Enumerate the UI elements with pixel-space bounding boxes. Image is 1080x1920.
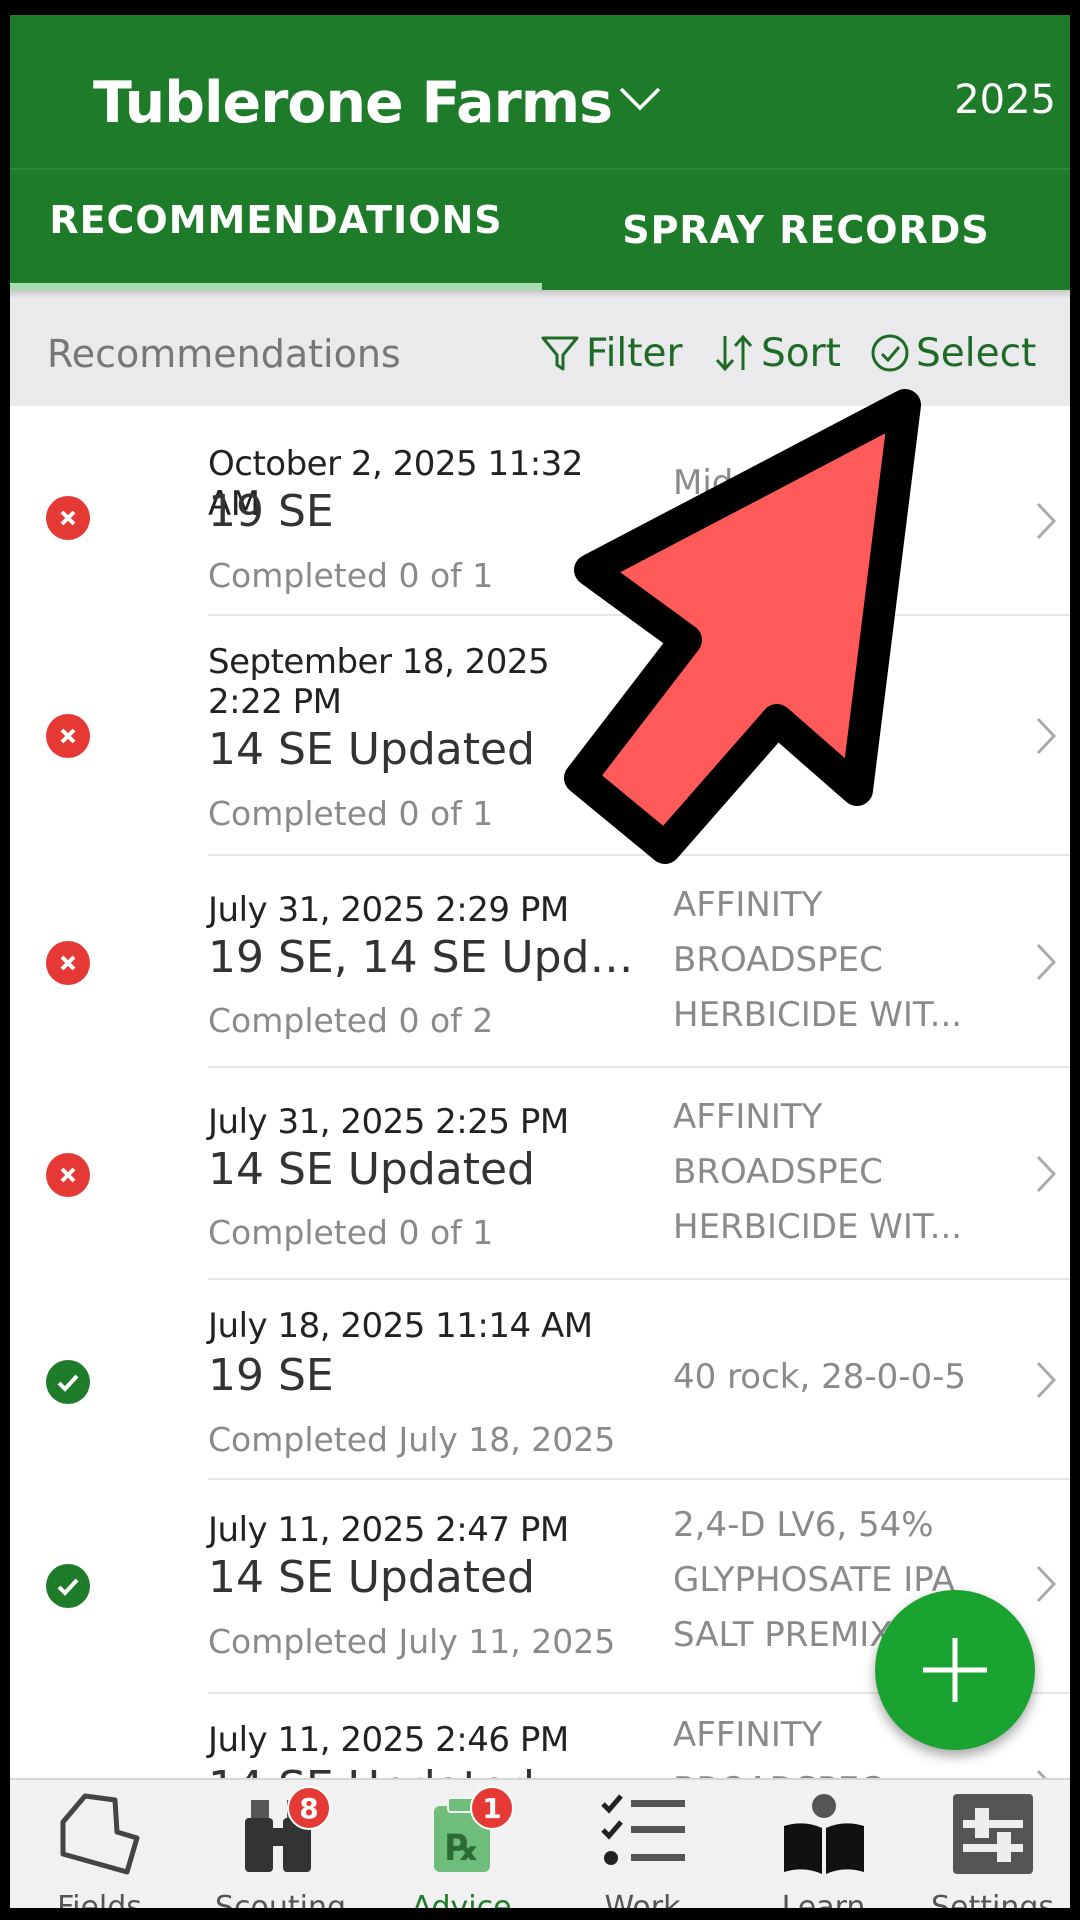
product-line: HERBICIDE WIT... (673, 1207, 963, 1247)
list-item[interactable]: October 2, 2025 11:32 AM 19 SE Completed… (10, 406, 1070, 616)
item-products: Mid (673, 456, 993, 511)
active-tab-indicator (10, 283, 542, 290)
bottom-navigation: Fields 8 Scouting ℞ 1 Advice Work Learn … (10, 1778, 1070, 1908)
nav-work[interactable]: Work (567, 1780, 718, 1908)
product-line: Mid (673, 463, 734, 503)
reader-icon (783, 1794, 864, 1874)
nav-learn[interactable]: Learn (748, 1780, 899, 1908)
sort-label: Sort (761, 330, 841, 376)
chevron-right-icon (1036, 1361, 1057, 1399)
product-line: 2,4-D LV6, 54% (673, 1505, 934, 1545)
item-status-text: Completed July 11, 2025 (208, 1622, 616, 1661)
tab-spray-records[interactable]: SPRAY RECORDS (542, 170, 1070, 290)
sliders-icon (952, 1794, 1033, 1874)
notification-badge: 1 (470, 1786, 514, 1830)
item-status-text: Completed July 18, 2025 (208, 1420, 616, 1459)
item-date: July 31, 2025 2:25 PM (208, 1102, 569, 1142)
item-date: July 11, 2025 2:47 PM (208, 1510, 569, 1550)
error-icon (46, 1153, 90, 1197)
svg-text:℞: ℞ (445, 1828, 477, 1869)
item-status-text: Completed 0 of 1 (208, 794, 494, 833)
check-icon (46, 1564, 90, 1608)
checklist-icon (600, 1794, 685, 1865)
notification-badge: 8 (287, 1786, 331, 1830)
app-screen: Tublerone Farms 2025 RECOMMENDATIONS SPR… (10, 15, 1070, 1908)
item-date: July 31, 2025 2:29 PM (208, 890, 569, 930)
plus-icon (923, 1638, 987, 1702)
list-item[interactable]: July 18, 2025 11:14 AM 19 SE Completed J… (10, 1280, 1070, 1480)
nav-label: Fields (57, 1890, 142, 1908)
item-products: 40 rock, 28-0-0-5 (673, 1350, 993, 1405)
toolbar-title: Recommendations (47, 332, 401, 376)
sort-button[interactable]: Sort (713, 328, 841, 378)
list-item[interactable]: September 18, 2025 2:22 PM 14 SE Updated… (10, 616, 1070, 856)
select-label: Select (916, 330, 1037, 376)
item-title: 19 SE, 14 SE Updat... (208, 932, 658, 983)
check-circle-icon (871, 334, 909, 372)
sort-icon (715, 334, 753, 372)
product-line: AFFINITY (673, 885, 823, 925)
check-icon (46, 1360, 90, 1404)
item-title: 14 SE Updated (208, 724, 535, 775)
select-button[interactable]: Select (870, 328, 1036, 378)
nav-label: Settings (930, 1890, 1055, 1908)
chevron-right-icon (1036, 943, 1057, 981)
tab-bar: RECOMMENDATIONS SPRAY RECORDS (10, 170, 1070, 290)
item-title: 19 SE (208, 486, 334, 537)
product-line: AFFINITY (673, 1097, 823, 1137)
item-date: July 11, 2025 2:46 PM (208, 1720, 569, 1760)
filter-icon (541, 336, 579, 371)
item-status-text: Completed 0 of 1 (208, 556, 494, 595)
item-products: AFFINITY BROADSPEC HERBICIDE WIT... (673, 878, 993, 1043)
chevron-right-icon (1036, 502, 1057, 540)
farm-selector[interactable]: Tublerone Farms (93, 70, 613, 136)
chevron-down-icon[interactable] (618, 85, 662, 113)
item-title: 14 SE Updated (208, 1144, 535, 1195)
nav-scouting[interactable]: 8 Scouting (205, 1780, 356, 1908)
item-title: 14 SE Updated (208, 1552, 535, 1603)
list-item[interactable]: July 31, 2025 2:25 PM 14 SE Updated Comp… (10, 1068, 1070, 1280)
item-date: July 18, 2025 11:14 AM (208, 1306, 593, 1346)
error-icon (46, 496, 90, 540)
chevron-right-icon (1036, 1565, 1057, 1603)
nav-fields[interactable]: Fields (24, 1780, 175, 1908)
error-icon (46, 714, 90, 758)
chevron-right-icon (1036, 717, 1057, 755)
nav-label: Work (604, 1890, 681, 1908)
filter-label: Filter (586, 330, 683, 376)
list-toolbar: Recommendations Filter Sort Select (10, 298, 1070, 406)
item-products: AFFINITY BROADSPEC HERBICIDE WIT... (673, 1090, 993, 1255)
item-status-text: Completed 0 of 2 (208, 1001, 494, 1040)
nav-settings[interactable]: Settings (917, 1780, 1068, 1908)
filter-button[interactable]: Filter (540, 328, 683, 378)
nav-advice[interactable]: ℞ 1 Advice (386, 1780, 537, 1908)
product-line: BROADSPEC (673, 1152, 883, 1192)
product-line: HERBICIDE WIT... (673, 995, 963, 1035)
item-status-text: Completed 0 of 1 (208, 1213, 494, 1252)
item-title: 19 SE (208, 1350, 334, 1401)
season-year[interactable]: 2025 (954, 77, 1056, 123)
nav-label: Learn (781, 1890, 866, 1908)
list-item[interactable]: July 31, 2025 2:29 PM 19 SE, 14 SE Updat… (10, 856, 1070, 1068)
add-recommendation-button[interactable] (875, 1590, 1035, 1750)
tab-recommendations[interactable]: RECOMMENDATIONS (10, 170, 542, 290)
product-line: BROADSPEC (673, 940, 883, 980)
error-icon (46, 941, 90, 985)
app-header: Tublerone Farms 2025 (10, 15, 1070, 170)
nav-label: Advice (411, 1890, 512, 1908)
product-line: 40 rock, 28-0-0-5 (673, 1357, 967, 1397)
chevron-right-icon (1036, 1155, 1057, 1193)
tab-shadow (10, 290, 1070, 298)
item-date: September 18, 2025 2:22 PM (208, 642, 550, 722)
nav-label: Scouting (214, 1890, 347, 1908)
field-outline-icon (60, 1793, 139, 1875)
